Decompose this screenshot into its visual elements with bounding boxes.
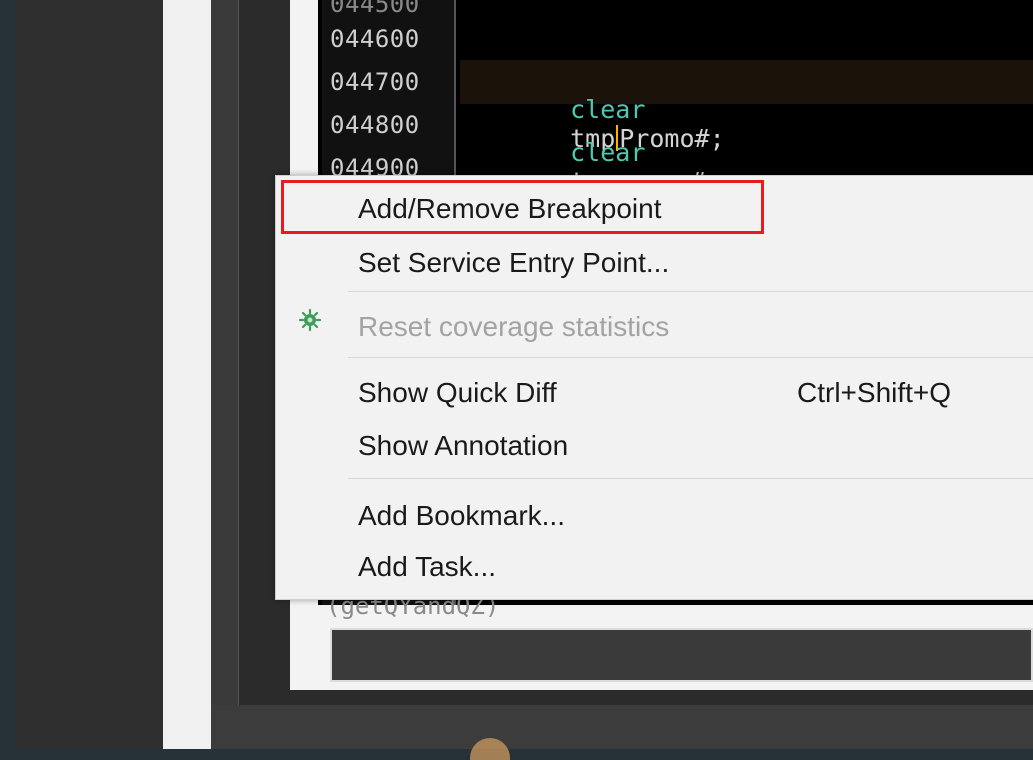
menu-item-label: Set Service Entry Point... bbox=[358, 247, 670, 278]
menu-item-label: Show Annotation bbox=[358, 430, 569, 461]
menu-item-label: Show Quick Diff bbox=[358, 377, 557, 408]
menu-item-show-annotation[interactable]: Show Annotation bbox=[276, 420, 1033, 470]
menu-separator bbox=[348, 291, 1033, 292]
line-number: 044800 bbox=[330, 111, 420, 139]
menu-item-add-remove-breakpoint[interactable]: Add/Remove Breakpoint bbox=[276, 183, 1033, 233]
menu-item-label: Add Task... bbox=[358, 551, 497, 582]
menu-item-set-service-entry-point[interactable]: Set Service Entry Point... bbox=[276, 237, 1033, 332]
menu-item-label: Add/Remove Breakpoint bbox=[358, 193, 662, 224]
left-dark-panel bbox=[16, 0, 163, 749]
menu-item-reset-coverage-statistics: Reset coverage statistics bbox=[276, 301, 1033, 351]
menu-item-add-bookmark[interactable]: Add Bookmark... bbox=[276, 490, 1033, 540]
editor-input-bar[interactable] bbox=[330, 628, 1033, 682]
menu-item-shortcut: Ctrl+Shift+Q bbox=[797, 377, 952, 408]
menu-item-show-quick-diff[interactable]: Show Quick Diff Ctrl+Shift+Q bbox=[276, 367, 1033, 417]
line-number: 044600 bbox=[330, 25, 420, 53]
line-number: 044700 bbox=[330, 68, 420, 96]
menu-item-label: Reset coverage statistics bbox=[358, 311, 670, 342]
menu-separator bbox=[348, 478, 1033, 479]
menu-item-label: Add Bookmark... bbox=[358, 500, 565, 531]
light-gutter bbox=[163, 0, 211, 749]
menu-item-add-task[interactable]: Add Task... bbox=[276, 541, 1033, 591]
bottom-strip bbox=[211, 705, 1033, 749]
context-menu: Add/Remove Breakpoint Set Service Entry … bbox=[275, 175, 1033, 600]
menu-separator bbox=[348, 357, 1033, 358]
line-number-partial: 044500 bbox=[330, 0, 420, 18]
